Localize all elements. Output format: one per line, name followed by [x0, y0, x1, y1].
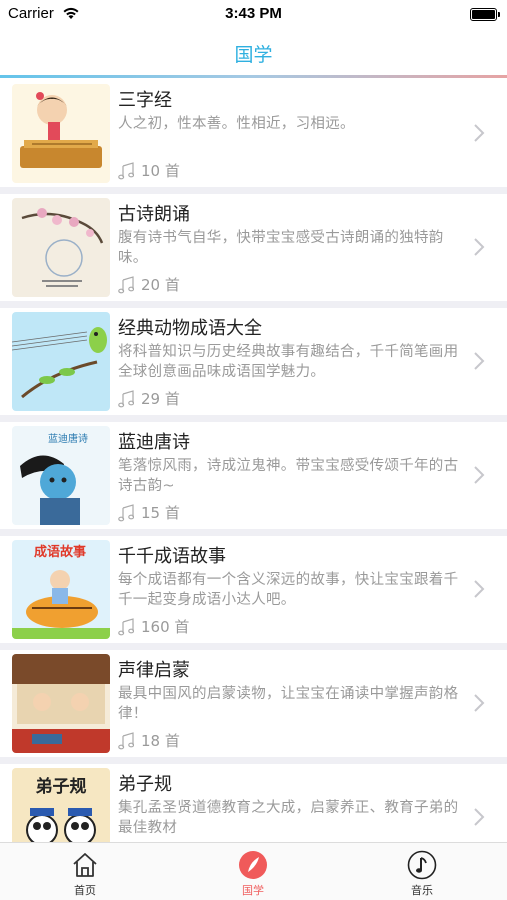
item-title: 声律启蒙 — [118, 660, 190, 681]
item-description: 集孔孟圣贤道德教育之大成，启蒙养正、教育子弟的最佳教材 — [118, 800, 459, 836]
item-count-text: 20 首 — [141, 276, 180, 294]
brush-icon — [239, 851, 267, 879]
item-title: 弟子规 — [118, 774, 172, 795]
nav-divider — [0, 75, 507, 78]
album-cover-image — [12, 84, 110, 183]
item-description: 最具中国风的启蒙读物，让宝宝在诵读中掌握声韵格律！ — [118, 686, 459, 722]
tab-label: 音乐 — [411, 884, 433, 897]
item-description: 每个成语都有一个含义深远的故事，快让宝宝跟着千千一起变身成语小达人吧。 — [118, 572, 459, 608]
item-description: 笔落惊风雨，诗成泣鬼神。带宝宝感受传颂千年的古诗古韵~ — [118, 458, 459, 494]
item-count-text: 10 首 — [141, 162, 180, 180]
item-count: 160 首 — [118, 616, 189, 637]
chevron-right-icon — [474, 466, 485, 484]
item-count: 10 首 — [118, 160, 180, 181]
chevron-right-icon — [474, 694, 485, 712]
music-note-icon — [118, 275, 134, 293]
item-description: 腹有诗书气自华，快带宝宝感受古诗朗诵的独特韵味。 — [118, 230, 444, 266]
album-list[interactable]: 三字经 人之初，性本善。性相近，习相远。 10 首 古诗朗诵 腹有诗书气自华，快… — [0, 80, 507, 842]
item-count: 29 首 — [118, 388, 180, 409]
chevron-right-icon — [474, 238, 485, 256]
tab-guoxue[interactable]: 国学 — [213, 850, 293, 898]
thumb-caption: 弟子规 — [36, 776, 87, 797]
tab-music[interactable]: 音乐 — [382, 850, 462, 898]
list-item[interactable]: 弟子规 弟子规 集孔孟圣贤道德教育之大成，启蒙养正、教育子弟的最佳教材 — [0, 764, 507, 842]
music-note-icon — [407, 850, 437, 880]
music-note-icon — [118, 731, 134, 749]
list-item[interactable]: 经典动物成语大全 将科普知识与历史经典故事有趣结合，千千简笔画用全球创意画品味成… — [0, 308, 507, 415]
item-count-text: 160 首 — [141, 618, 190, 636]
item-description: 将科普知识与历史经典故事有趣结合，千千简笔画用全球创意画品味成语国学魅力。 — [118, 344, 459, 380]
album-cover-image — [12, 312, 110, 411]
album-cover-image — [12, 654, 110, 753]
item-count-text: 15 首 — [141, 504, 180, 522]
list-item[interactable]: 成语故事 千千成语故事 每个成语都有一个含义深远的故事，快让宝宝跟着千千一起变身… — [0, 536, 507, 643]
list-item[interactable]: 三字经 人之初，性本善。性相近，习相远。 10 首 — [0, 80, 507, 187]
battery-icon — [470, 8, 500, 21]
page-title: 国学 — [234, 44, 273, 66]
item-count: 20 首 — [118, 274, 180, 295]
chevron-right-icon — [474, 124, 485, 142]
album-cover-image — [12, 198, 110, 297]
item-title: 古诗朗诵 — [118, 204, 190, 225]
album-cover-image: 蓝迪唐诗 — [12, 426, 110, 525]
item-count: 18 首 — [118, 730, 180, 751]
list-item[interactable]: 声律启蒙 最具中国风的启蒙读物，让宝宝在诵读中掌握声韵格律！ 18 首 — [0, 650, 507, 757]
tab-bar: 首页 国学 音乐 — [0, 842, 507, 900]
music-note-icon — [118, 161, 134, 179]
chevron-right-icon — [474, 352, 485, 370]
tab-label: 国学 — [242, 884, 264, 897]
item-title: 千千成语故事 — [118, 546, 226, 567]
item-count-text: 29 首 — [141, 390, 180, 408]
nav-bar: 国学 — [0, 28, 507, 78]
chevron-right-icon — [474, 580, 485, 598]
album-cover-image: 成语故事 — [12, 540, 110, 639]
home-icon — [73, 853, 97, 877]
item-count: 15 首 — [118, 502, 180, 523]
status-bar: Carrier 3:43 PM — [0, 0, 507, 28]
album-cover-image: 弟子规 — [12, 768, 110, 842]
music-note-icon — [118, 617, 134, 635]
item-description: 人之初，性本善。性相近，习相远。 — [118, 116, 355, 132]
tab-home[interactable]: 首页 — [45, 850, 125, 898]
tab-label: 首页 — [74, 884, 96, 897]
item-count-text: 18 首 — [141, 732, 180, 750]
item-title: 三字经 — [118, 90, 172, 111]
list-item[interactable]: 古诗朗诵 腹有诗书气自华，快带宝宝感受古诗朗诵的独特韵味。 20 首 — [0, 194, 507, 301]
list-item[interactable]: 蓝迪唐诗 蓝迪唐诗 笔落惊风雨，诗成泣鬼神。带宝宝感受传颂千年的古诗古韵~ 15… — [0, 422, 507, 529]
chevron-right-icon — [474, 808, 485, 826]
clock: 3:43 PM — [225, 5, 282, 22]
item-title: 蓝迪唐诗 — [118, 432, 190, 453]
thumb-caption: 成语故事 — [34, 544, 86, 560]
music-note-icon — [118, 503, 134, 521]
item-title: 经典动物成语大全 — [118, 318, 262, 339]
music-note-icon — [118, 389, 134, 407]
thumb-caption: 蓝迪唐诗 — [48, 432, 88, 445]
